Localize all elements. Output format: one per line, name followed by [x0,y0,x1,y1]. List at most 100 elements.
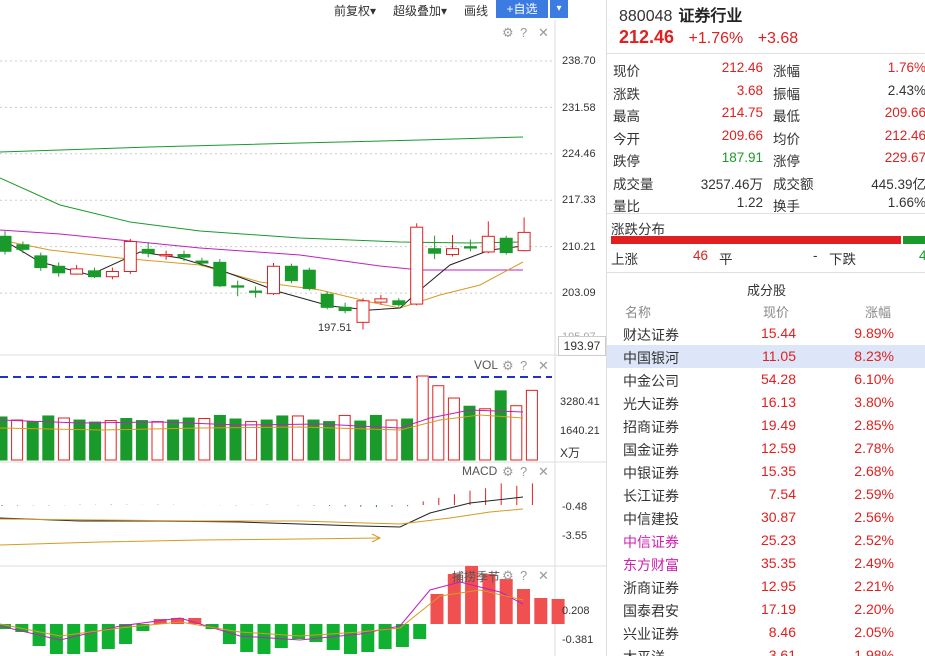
quote-label: 振幅 [773,86,800,102]
constituent-row[interactable]: 中信建投 30.87 2.56% [607,506,925,529]
constituent-name: 招商证券 [623,419,679,435]
volume-bar [89,421,102,461]
divider [607,53,925,54]
kline-chart-area[interactable]: 前复权▾ 超级叠加▾ 画线 +自选 ▾ ⚙ ? ✕ 238.70 231.58 … [0,0,606,656]
kline-chart-svg[interactable] [0,0,606,656]
constituent-change: 8.23% [854,348,894,364]
candle-body [428,248,442,254]
constituent-name: 中信证券 [623,534,679,550]
constituent-price: 12.59 [760,440,796,456]
candle-body [267,265,280,295]
quote-label: 跌停 [613,154,640,169]
candle-body [410,226,424,305]
col-name[interactable]: 名称 [625,302,651,321]
price-tick: 231.58 [562,102,596,114]
volume-bar [213,414,226,461]
quote-value: 3257.46万 [700,176,763,192]
constituent-price: 12.95 [760,578,796,594]
draw-line-button[interactable]: 画线 [464,2,488,19]
change-percent: +1.76% [688,30,744,47]
constituent-row[interactable]: 东方财富 35.35 2.49% [607,552,925,575]
constituent-row[interactable]: 浙商证券 12.95 2.21% [607,575,925,598]
constituent-row[interactable]: 招商证券 19.49 2.85% [607,414,925,437]
constituent-row[interactable]: 中银证券 15.35 2.68% [607,460,925,483]
price-tick: 203.09 [562,287,596,299]
quote-value: 445.39亿 [871,176,925,192]
constituent-price: 11.05 [762,348,796,364]
candle-body [338,306,352,312]
add-watchlist-button[interactable]: +自选 [496,0,548,18]
macd-tick: -0.48 [562,501,588,513]
candle-body [213,261,227,287]
constituent-price: 15.35 [760,463,796,479]
constituent-row[interactable]: 兴业证券 8.46 2.05% [607,621,925,644]
constituent-row[interactable]: 中金公司 54.28 6.10% [607,368,925,391]
constituent-row[interactable]: 中国银河 11.05 8.23% [607,345,925,368]
col-price[interactable]: 现价 [763,302,789,321]
quote-value: 1.66% [887,195,925,210]
price-tick: 238.70 [562,55,596,67]
constituent-row[interactable]: 长江证券 7.54 2.59% [607,483,925,506]
candle-body [88,270,101,278]
quote-row: 最高 214.75 最低 209.66 [607,102,925,125]
up-count: 46 [693,248,709,263]
help-icon[interactable]: ? [520,358,527,373]
divider [607,272,925,273]
candle-body [374,298,388,303]
season-bar [499,579,513,624]
constituent-change: 2.68% [854,463,894,479]
overlay-menu[interactable]: 超级叠加▾ [393,2,447,19]
quote-label: 成交量 [613,176,654,192]
current-price-tag: 193.97 [558,336,606,356]
constituent-row[interactable]: 中信证券 25.23 2.52% [607,529,925,552]
watchlist-dropdown-button[interactable]: ▾ [550,0,568,18]
volume-bar [151,421,164,461]
constituent-name: 长江证券 [623,488,679,504]
constituent-price: 35.35 [760,555,796,571]
distribution-counts: 上涨 46 平 - 下跌 4 [607,248,925,268]
volume-bar [494,390,507,461]
settings-icon[interactable]: ⚙ [502,25,514,41]
settings-icon[interactable]: ⚙ [502,568,514,584]
help-icon[interactable]: ? [520,464,527,479]
quote-row: 成交量 3257.46万 成交额 445.39亿 [607,170,925,193]
volume-bar [354,420,367,461]
constituent-row[interactable]: 国金证券 12.59 2.78% [607,437,925,460]
settings-icon[interactable]: ⚙ [502,358,514,374]
quote-value: 209.66 [884,105,925,120]
season-bar [395,624,409,647]
price-tick: 217.33 [562,194,596,206]
vol-unit: X万 [560,446,581,460]
close-icon[interactable]: ✕ [538,358,549,374]
quote-label: 今开 [613,131,640,147]
constituent-name: 国泰君安 [623,603,679,619]
quote-label: 涨幅 [773,64,800,79]
help-icon[interactable]: ? [520,25,527,40]
constituents-title: 成分股 [746,283,786,298]
close-icon[interactable]: ✕ [538,25,549,41]
volume-bar [447,397,460,461]
constituent-row[interactable]: 财达证券 15.44 9.89% [607,322,925,345]
candle-body [52,265,66,274]
volume-bar [307,419,320,461]
quote-value: 212.46 [721,60,763,75]
constituent-row[interactable]: 太平洋 3.61 1.98% [607,644,925,656]
ma-line-mid [0,177,524,244]
help-icon[interactable]: ? [520,568,527,583]
volume-bar [369,414,382,461]
volume-bar [338,414,351,461]
constituent-change: 1.98% [854,647,894,656]
constituent-row[interactable]: 国泰君安 17.19 2.20% [607,598,925,621]
candle-body [231,285,245,288]
quote-label: 涨停 [773,154,800,169]
close-icon[interactable]: ✕ [538,568,549,584]
volume-bar [120,418,133,461]
col-change[interactable]: 涨幅 [865,302,891,321]
constituent-row[interactable]: 光大证券 16.13 3.80% [607,391,925,414]
fuquan-menu[interactable]: 前复权▾ [334,2,376,19]
constituent-name: 国金证券 [623,442,679,458]
quote-label: 量比 [613,199,640,214]
settings-icon[interactable]: ⚙ [502,464,514,480]
close-icon[interactable]: ✕ [538,464,549,480]
candle-body [463,246,477,249]
